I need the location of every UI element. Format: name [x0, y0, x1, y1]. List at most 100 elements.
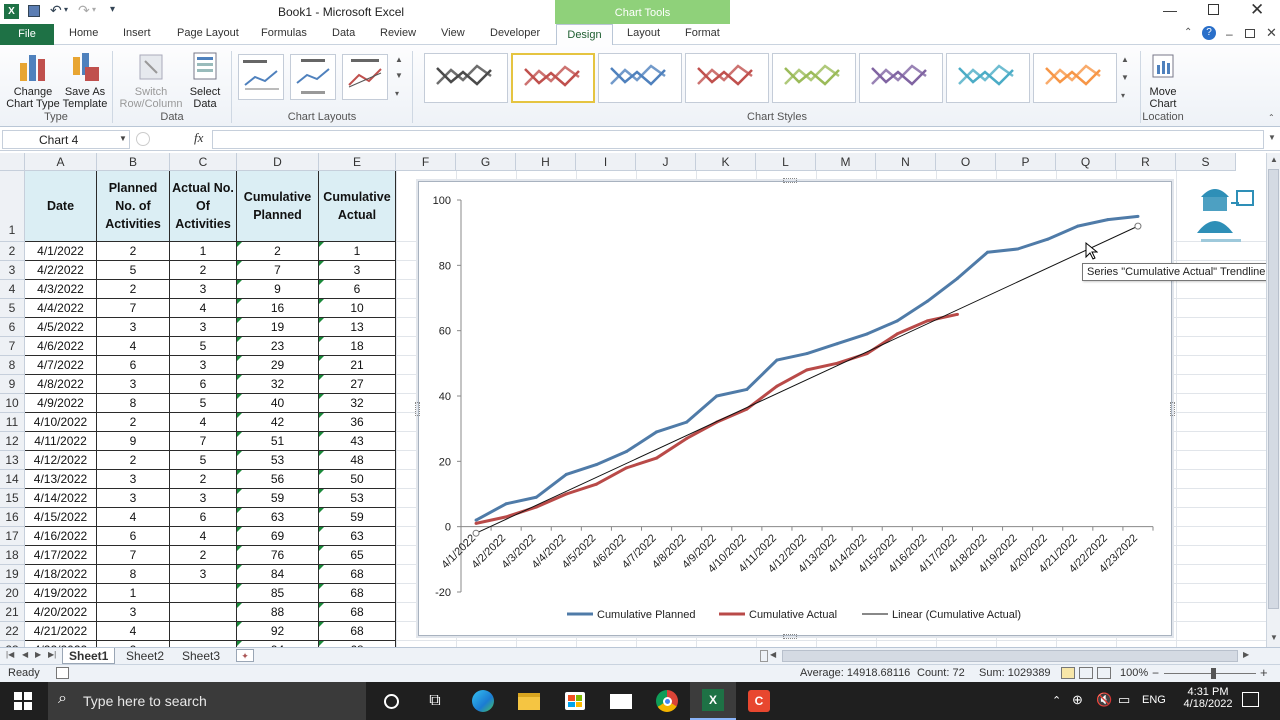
row-header-1[interactable]: 1: [0, 171, 25, 242]
row-header-4[interactable]: 4: [0, 280, 25, 299]
table-cell[interactable]: 10: [319, 299, 396, 318]
chart-style-6[interactable]: [859, 53, 943, 103]
table-cell[interactable]: 2: [97, 280, 170, 299]
table-cell[interactable]: 7: [170, 432, 237, 451]
file-explorer-button[interactable]: [506, 682, 552, 720]
table-cell[interactable]: 19: [237, 318, 319, 337]
customize-toolbar-icon[interactable]: ▾: [110, 4, 115, 15]
chart-resize-handle-left[interactable]: [415, 402, 420, 416]
table-cell[interactable]: 50: [319, 470, 396, 489]
column-header-o[interactable]: O: [936, 153, 996, 171]
table-cell[interactable]: 88: [237, 603, 319, 622]
table-cell[interactable]: 23: [237, 337, 319, 356]
table-cell[interactable]: 43: [319, 432, 396, 451]
row-header-3[interactable]: 3: [0, 261, 25, 280]
table-cell[interactable]: 36: [319, 413, 396, 432]
table-cell[interactable]: 9: [237, 280, 319, 299]
chart-layouts-scroll-down-icon[interactable]: ▼: [395, 71, 403, 80]
table-cell[interactable]: 3: [97, 375, 170, 394]
table-cell[interactable]: 4/6/2022: [25, 337, 97, 356]
row-header-16[interactable]: 16: [0, 508, 25, 527]
change-chart-type-button[interactable]: Change Chart Type: [4, 49, 62, 110]
row-header-7[interactable]: 7: [0, 337, 25, 356]
zoom-slider[interactable]: [1164, 673, 1256, 674]
store-button[interactable]: [552, 682, 598, 720]
row-header-15[interactable]: 15: [0, 489, 25, 508]
switch-row-column-button[interactable]: Switch Row/Column: [116, 49, 186, 110]
table-cell[interactable]: 32: [319, 394, 396, 413]
zoom-slider-thumb[interactable]: [1211, 668, 1216, 679]
camtasia-button[interactable]: C: [736, 682, 782, 720]
table-cell[interactable]: 68: [319, 584, 396, 603]
row-header-17[interactable]: 17: [0, 527, 25, 546]
column-header-i[interactable]: I: [576, 153, 636, 171]
column-header-p[interactable]: P: [996, 153, 1056, 171]
table-cell[interactable]: 5: [97, 261, 170, 280]
table-cell[interactable]: 4/2/2022: [25, 261, 97, 280]
row-header-9[interactable]: 9: [0, 375, 25, 394]
column-header-e[interactable]: E: [319, 153, 396, 171]
table-cell[interactable]: 6: [97, 356, 170, 375]
help-icon[interactable]: ?: [1202, 26, 1216, 40]
table-cell[interactable]: 3: [97, 318, 170, 337]
chart-styles-scroll-down-icon[interactable]: ▼: [1121, 73, 1129, 82]
table-cell[interactable]: 4: [170, 299, 237, 318]
excel-taskbar-button[interactable]: X: [690, 682, 736, 720]
workbook-minimize-icon[interactable]: –: [1226, 27, 1233, 41]
row-header-12[interactable]: 12: [0, 432, 25, 451]
macro-record-icon[interactable]: [56, 667, 69, 679]
table-cell[interactable]: 65: [319, 546, 396, 565]
table-cell[interactable]: 2: [170, 546, 237, 565]
column-header-s[interactable]: S: [1176, 153, 1236, 171]
column-header-l[interactable]: L: [756, 153, 816, 171]
table-header-cell[interactable]: Cumulative Actual: [319, 171, 396, 242]
row-header-8[interactable]: 8: [0, 356, 25, 375]
sheet-tab-2[interactable]: Sheet2: [120, 648, 170, 664]
table-cell[interactable]: 9: [97, 432, 170, 451]
table-cell[interactable]: 7: [237, 261, 319, 280]
first-sheet-icon[interactable]: |◀: [6, 650, 14, 659]
chart-resize-handle-right[interactable]: [1170, 402, 1175, 416]
undo-icon[interactable]: ↶: [50, 2, 62, 19]
table-cell[interactable]: 6: [170, 375, 237, 394]
table-cell[interactable]: 2: [170, 470, 237, 489]
tab-formulas[interactable]: Formulas: [261, 27, 307, 39]
table-cell[interactable]: 16: [237, 299, 319, 318]
sheet-tab-3[interactable]: Sheet3: [176, 648, 226, 664]
chart-style-3[interactable]: [598, 53, 682, 103]
zoom-in-icon[interactable]: +: [1260, 665, 1268, 680]
table-cell[interactable]: 32: [237, 375, 319, 394]
cortana-button[interactable]: [368, 682, 414, 720]
tab-data[interactable]: Data: [332, 27, 355, 39]
column-header-r[interactable]: R: [1116, 153, 1176, 171]
table-cell[interactable]: 6: [170, 508, 237, 527]
row-header-2[interactable]: 2: [0, 242, 25, 261]
task-view-button[interactable]: ⧉: [412, 682, 458, 720]
table-cell[interactable]: 4/21/2022: [25, 622, 97, 641]
workbook-restore-icon[interactable]: [1245, 29, 1255, 38]
table-cell[interactable]: 18: [319, 337, 396, 356]
table-cell[interactable]: 8: [97, 565, 170, 584]
hscroll-left-icon[interactable]: ◀: [770, 650, 776, 659]
column-header-f[interactable]: F: [396, 153, 456, 171]
table-cell[interactable]: 4/5/2022: [25, 318, 97, 337]
column-header-m[interactable]: M: [816, 153, 876, 171]
vertical-scroll-thumb[interactable]: [1268, 169, 1279, 609]
row-header-20[interactable]: 20: [0, 584, 25, 603]
table-cell[interactable]: 92: [237, 622, 319, 641]
tab-file[interactable]: File: [0, 24, 54, 45]
table-cell[interactable]: 4/10/2022: [25, 413, 97, 432]
insert-sheet-icon[interactable]: ✦: [236, 649, 254, 662]
save-icon[interactable]: [28, 5, 40, 17]
table-cell[interactable]: 4: [97, 622, 170, 641]
table-cell[interactable]: 84: [237, 565, 319, 584]
table-cell[interactable]: 4/17/2022: [25, 546, 97, 565]
tab-format[interactable]: Format: [685, 27, 720, 39]
language-indicator[interactable]: ENG: [1142, 694, 1166, 706]
row-header-13[interactable]: 13: [0, 451, 25, 470]
table-cell[interactable]: 6: [319, 280, 396, 299]
column-header-b[interactable]: B: [97, 153, 170, 171]
close-icon[interactable]: ✕: [1250, 0, 1264, 20]
worksheet[interactable]: A B C D E F G H I J K L M N O P Q R S 1 2 3 4 5 6 7 8 9 10 11 12 13 14 15…: [0, 153, 1266, 648]
chart-resize-handle-bottom[interactable]: [783, 634, 797, 639]
